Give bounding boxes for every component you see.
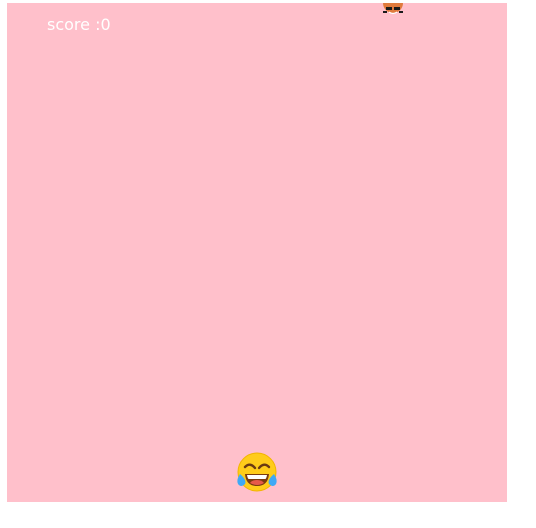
- page: score :0: [0, 0, 536, 528]
- score-label: score :0: [47, 15, 111, 34]
- falling-object-icon: [380, 3, 406, 17]
- game-canvas[interactable]: score :0: [7, 3, 507, 502]
- player-tears-of-joy-emoji-icon: [236, 452, 278, 494]
